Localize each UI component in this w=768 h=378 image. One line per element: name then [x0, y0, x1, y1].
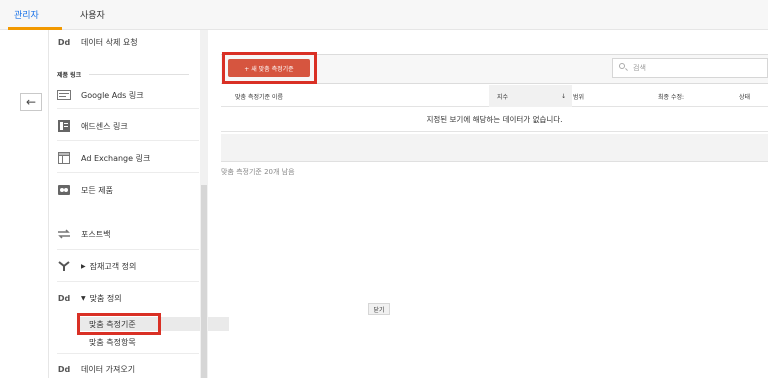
google-ads-icon: [57, 89, 71, 101]
sidebar-item-label: 데이터 가져오기: [81, 364, 136, 374]
sidebar-scrollbar-thumb[interactable]: [201, 185, 207, 378]
sidebar-item-label: 데이터 삭제 요청: [81, 37, 138, 47]
sidebar-item-label: 잠재고객 정의: [89, 261, 137, 271]
column-header-scope[interactable]: 범위: [573, 85, 584, 107]
sidebar-item-custom-definitions[interactable]: Dd ▼ 맞춤 정의: [57, 288, 122, 308]
search-input[interactable]: 검색: [612, 58, 768, 78]
dd-icon: Dd: [57, 293, 71, 303]
sidebar-item-label: 모든 제품: [81, 185, 113, 195]
caret-down-icon: ▼: [81, 294, 86, 302]
tab-admin[interactable]: 관리자: [14, 8, 39, 21]
section-label-product-links: 제품 링크: [57, 72, 82, 79]
divider: [57, 172, 199, 173]
sort-desc-icon: ↓: [560, 92, 566, 100]
sidebar-item-adsense-links[interactable]: 애드센스 링크: [57, 116, 128, 136]
section-divider: [89, 74, 189, 75]
close-tooltip: 닫기: [368, 303, 390, 315]
top-tab-bar: 관리자 사용자: [0, 0, 768, 30]
divider: [57, 353, 199, 354]
sidebar-item-ad-exchange-links[interactable]: Ad Exchange 링크: [57, 148, 150, 168]
empty-table-message: 지정된 보기에 해당하는 데이터가 없습니다.: [221, 108, 768, 132]
divider: [57, 249, 199, 250]
table-header: 맞춤 측정기준 이름 지수 ↓ 범위 최종 수정: 상태: [221, 85, 768, 107]
dd-icon: Dd: [57, 37, 71, 47]
caret-right-icon: ▶: [81, 262, 86, 270]
sidebar-item-audience-definitions[interactable]: ▶ 잠재고객 정의: [57, 256, 136, 276]
sidebar-item-label: 맞춤 측정항목: [89, 337, 136, 347]
audience-icon: [57, 260, 71, 272]
sidebar-item-label: 애드센스 링크: [81, 121, 128, 131]
sidebar-item-label: Ad Exchange 링크: [81, 153, 151, 163]
column-header-label: 지수: [497, 93, 509, 101]
arrow-left-icon: ←: [25, 95, 37, 109]
tab-user[interactable]: 사용자: [80, 8, 105, 21]
highlight-box: [222, 52, 317, 84]
highlight-box: [77, 313, 161, 335]
dd-icon: Dd: [57, 364, 71, 374]
sidebar-item-data-import[interactable]: Dd 데이터 가져오기: [57, 359, 135, 378]
remaining-count-text: 맞춤 측정기준 20개 남음: [221, 168, 295, 176]
sidebar-item-postback[interactable]: 포스트백: [57, 224, 110, 244]
divider: [57, 108, 199, 109]
ad-exchange-icon: [57, 152, 71, 164]
all-products-icon: [57, 184, 71, 196]
search-placeholder: 검색: [633, 64, 646, 72]
sidebar-item-google-ads-links[interactable]: Google Ads 링크: [57, 85, 144, 105]
back-button[interactable]: ←: [20, 93, 42, 111]
sidebar-item-custom-metrics[interactable]: 맞춤 측정항목: [89, 335, 136, 349]
adsense-icon: [57, 120, 71, 132]
table-footer: [221, 134, 768, 162]
divider: [57, 281, 199, 282]
column-header-status[interactable]: 상태: [739, 85, 750, 107]
sidebar-item-all-products[interactable]: 모든 제품: [57, 180, 113, 200]
column-header-index[interactable]: 지수 ↓: [489, 85, 572, 107]
postback-icon: [57, 228, 71, 240]
divider: [57, 140, 199, 141]
sidebar-item-data-deletion[interactable]: Dd 데이터 삭제 요청: [57, 32, 138, 52]
column-header-last-modified[interactable]: 최종 수정:: [658, 85, 684, 107]
column-header-name[interactable]: 맞춤 측정기준 이름: [235, 85, 283, 107]
sidebar-item-label: Google Ads 링크: [81, 90, 144, 100]
sidebar-item-label: 포스트백: [81, 229, 111, 239]
sidebar-item-label: 맞춤 정의: [89, 293, 122, 303]
search-icon: [619, 63, 629, 73]
